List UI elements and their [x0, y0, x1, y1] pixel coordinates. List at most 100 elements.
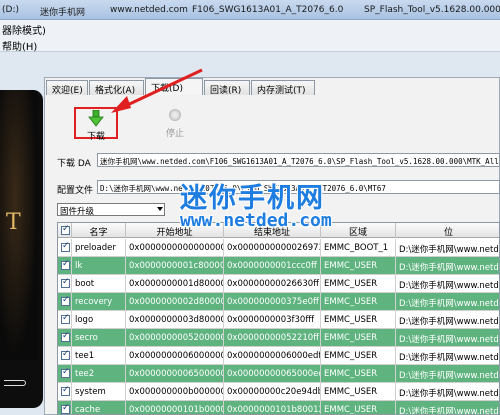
row-checkbox-cell [58, 329, 72, 347]
tab-readback[interactable]: 回读(R) [204, 80, 250, 96]
cell-begin: 0x0000000001c80000 [126, 257, 224, 275]
table-row[interactable]: recovery0x0000000002d800000x000000000375… [58, 293, 499, 311]
row-checkbox[interactable] [61, 241, 70, 252]
cell-begin: 0x0000000006000000 [126, 347, 224, 365]
scatter-file-field[interactable]: D:\迷你手机网\www.ne... 2076_6.0\F106_SWG1613… [97, 180, 500, 194]
cell-region: EMMC_USER [321, 383, 396, 401]
cell-region: EMMC_USER [321, 311, 396, 329]
cell-region: EMMC_USER [321, 275, 396, 293]
table-row[interactable]: lk0x0000000001c800000x0000000001ccc0ffEM… [58, 257, 499, 275]
cell-begin: 0x0000000005200000 [126, 329, 224, 347]
row-checkbox[interactable] [61, 277, 70, 288]
title-app: SP_Flash_Tool_v5.1628.00.000 [364, 5, 500, 15]
cell-name: tee1 [72, 347, 126, 365]
row-checkbox[interactable] [61, 313, 70, 324]
mode-select[interactable]: 固件升级 [57, 203, 165, 217]
title-firmware: F106_SWG1613A01_A_T2076_6.0 [192, 5, 344, 15]
select-all-checkbox[interactable] [61, 224, 70, 235]
tab-memory-test[interactable]: 内存测试(T) [251, 80, 315, 96]
cell-name: tee2 [72, 365, 126, 383]
phone-back-icon [4, 380, 26, 386]
chevron-down-icon [157, 207, 163, 211]
table-row[interactable]: system0x000000000b0000000x00000000c20e94… [58, 383, 499, 401]
table-header: 名字 开始地址 结束地址 区域 位 [58, 223, 499, 238]
menu-bar: 器除模式) 帮助(H) [0, 20, 500, 53]
table-row[interactable]: secro0x00000000052000000x00000000052210f… [58, 329, 499, 347]
header-name[interactable]: 名字 [72, 223, 126, 238]
cell-location: D:\迷你手机网\www.netd [396, 311, 499, 329]
cell-location: D:\迷你手机网\www.netd [396, 365, 499, 383]
cell-begin: 0x0000000003d80000 [126, 311, 224, 329]
title-site-cn: 迷你手机网 [40, 8, 86, 18]
cell-location: D:\迷你手机网\www.netd [396, 239, 499, 257]
cell-region: EMMC_USER [321, 401, 396, 414]
cell-begin: 0x0000000001d80000 [126, 275, 224, 293]
cell-end: 0x0000000003f30fff [224, 311, 321, 329]
cell-end: 0x00000000026630ff [224, 275, 321, 293]
cell-name: logo [72, 311, 126, 329]
menu-help[interactable]: 帮助(H) [2, 38, 37, 53]
cell-region: EMMC_USER [321, 329, 396, 347]
cell-end: 0x0000000000026973 [224, 239, 321, 257]
row-checkbox[interactable] [61, 331, 70, 342]
download-button[interactable]: 下载 [74, 107, 118, 142]
cell-name: boot [72, 275, 126, 293]
cell-region: EMMC_USER [321, 347, 396, 365]
stop-icon [169, 109, 181, 121]
cell-name: recovery [72, 293, 126, 311]
cell-region: EMMC_USER [321, 365, 396, 383]
header-end-address[interactable]: 结束地址 [224, 223, 321, 238]
header-location[interactable]: 位 [396, 223, 499, 238]
cell-end: 0x00000000065000edff [224, 365, 321, 383]
cell-location: D:\迷你手机网\www.netd [396, 293, 499, 311]
header-region[interactable]: 区域 [321, 223, 396, 238]
stop-label: 停止 [165, 129, 184, 139]
row-checkbox-cell [58, 293, 72, 311]
row-checkbox[interactable] [61, 349, 70, 360]
table-row[interactable]: cache0x00000000101b00000x0000000101b8001… [58, 401, 499, 414]
table-row[interactable]: boot0x0000000001d800000x00000000026630ff… [58, 275, 499, 293]
cell-name: system [72, 383, 126, 401]
row-checkbox[interactable] [61, 259, 70, 270]
cell-end: 0x0000000101b80012f [224, 401, 321, 414]
header-begin-address[interactable]: 开始地址 [126, 223, 224, 238]
cell-begin: 0x00000000101b0000 [126, 401, 224, 414]
stop-button[interactable]: 停止 [160, 109, 190, 139]
cell-location: D:\迷你手机网\www.netd [396, 329, 499, 347]
cell-end: 0x00000000c20e94db [224, 383, 321, 401]
table-row[interactable]: logo0x0000000003d800000x0000000003f30fff… [58, 311, 499, 329]
cell-end: 0x0000000001ccc0ff [224, 257, 321, 275]
tab-format[interactable]: 格式化(A) [89, 80, 144, 96]
row-checkbox[interactable] [61, 403, 70, 414]
cell-name: preloader [72, 239, 126, 257]
download-label: 下载 [86, 132, 105, 142]
cell-location: D:\迷你手机网\www.netd [396, 257, 499, 275]
table-row[interactable]: preloader0x00000000000000000x00000000000… [58, 239, 499, 257]
cell-location: D:\迷你手机网\www.netd [396, 383, 499, 401]
cell-end: 0x000000000375e0ff [224, 293, 321, 311]
row-checkbox-cell [58, 239, 72, 257]
partition-table: 名字 开始地址 结束地址 区域 位 preloader0x00000000000… [57, 222, 500, 415]
tab-download[interactable]: 下载(D) [145, 78, 203, 95]
cell-location: D:\迷你手机网\www.netd [396, 275, 499, 293]
menu-mode[interactable]: 器除模式) [2, 22, 46, 37]
cell-begin: 0x0000000000000000 [126, 239, 224, 257]
row-checkbox-cell [58, 275, 72, 293]
phone-logo-icon: T [6, 210, 21, 235]
row-checkbox[interactable] [61, 385, 70, 396]
row-checkbox-cell [58, 401, 72, 414]
row-checkbox[interactable] [61, 295, 70, 306]
cell-begin: 0x000000000b000000 [126, 383, 224, 401]
table-row[interactable]: tee10x00000000060000000x0000000006000edf… [58, 347, 499, 365]
cell-location: D:\迷你手机网\www.netd [396, 401, 499, 414]
tab-welcome[interactable]: 欢迎(E) [46, 80, 88, 96]
table-row[interactable]: tee20x00000000065000000x00000000065000ed… [58, 365, 499, 383]
row-checkbox-cell [58, 257, 72, 275]
cell-region: EMMC_USER [321, 293, 396, 311]
cell-region: EMMC_USER [321, 257, 396, 275]
row-checkbox[interactable] [61, 367, 70, 378]
cell-location: D:\迷你手机网\www.netd [396, 347, 499, 365]
download-agent-field[interactable]: 迷你手机网\www.netded.com\F106_SWG1613A01_A_T… [97, 153, 500, 167]
download-arrow-icon [88, 110, 104, 127]
row-checkbox-cell [58, 347, 72, 365]
